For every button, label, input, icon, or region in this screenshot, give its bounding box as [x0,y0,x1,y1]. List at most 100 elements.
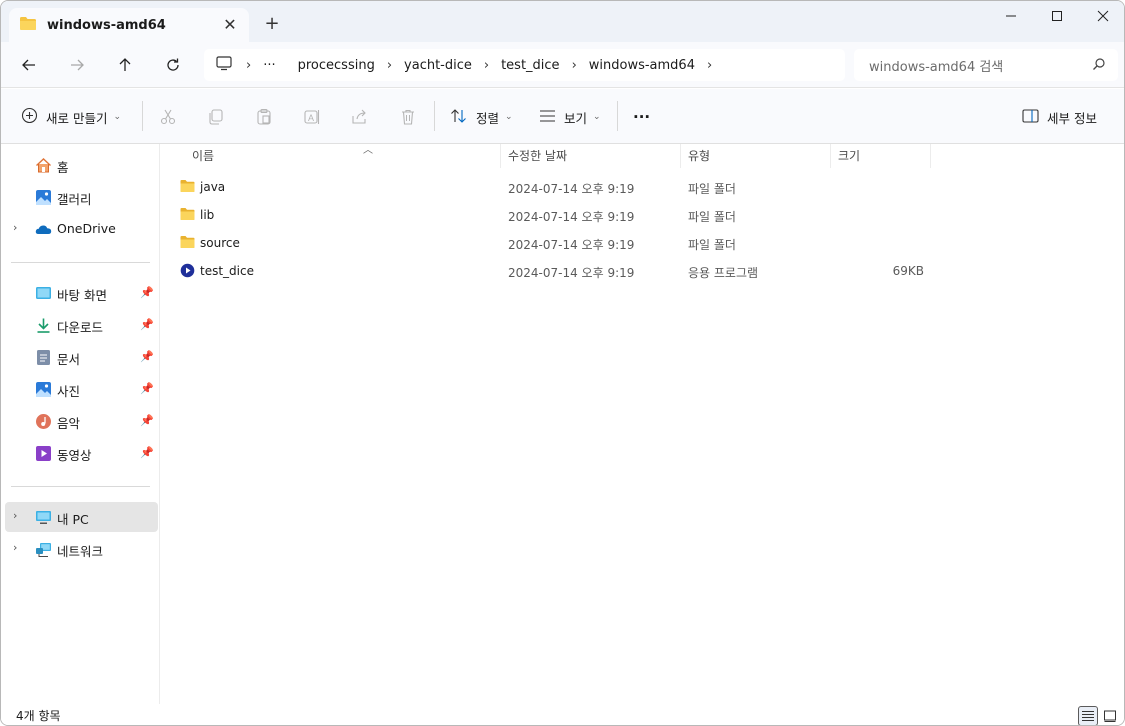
file-date: 2024-07-14 오후 9:19 [508,238,635,252]
cut-icon[interactable] [157,106,179,128]
view-button[interactable]: 보기 ⌄ [539,103,601,131]
breadcrumb-overflow[interactable]: ··· [257,58,281,73]
sidebar-item-network[interactable]: › 네트워크 [5,534,158,564]
chevron-down-icon: ⌄ [593,112,601,122]
delete-icon[interactable] [397,106,419,128]
folder-icon [180,235,195,249]
file-name: source [200,236,240,250]
file-type: 응용 프로그램 [688,266,759,280]
file-row-java[interactable]: java 2024-07-14 오후 9:19 파일 폴더 [173,173,933,201]
large-icons-view-button[interactable] [1100,706,1120,725]
sidebar-label: OneDrive [57,221,116,236]
sidebar-item-documents[interactable]: 문서 📌 [5,342,158,372]
sidebar-item-onedrive[interactable]: › OneDrive [5,214,158,244]
refresh-button[interactable] [159,52,187,78]
add-circle-icon [21,107,38,127]
file-name: lib [200,208,215,222]
pin-icon[interactable]: 📌 [140,318,154,331]
sidebar-divider [11,486,150,487]
close-tab-icon[interactable]: ✕ [221,16,239,34]
details-pane-button[interactable]: 세부 정보 [1022,103,1097,131]
chevron-right-icon[interactable]: › [381,58,398,73]
column-header-size[interactable]: 크기 [831,144,931,168]
search-icon[interactable] [1092,57,1106,75]
sidebar-item-home[interactable]: 홈 [5,150,158,180]
minimize-button[interactable] [988,1,1034,31]
breadcrumb-test-dice[interactable]: test_dice [495,58,565,73]
sidebar-item-pictures[interactable]: 사진 📌 [5,374,158,404]
divider [617,101,618,131]
address-bar[interactable]: › ··· procecssing › yacht-dice › test_di… [204,49,845,81]
svg-text:A: A [308,113,314,123]
up-button[interactable] [111,52,139,78]
pin-icon[interactable]: 📌 [140,382,154,395]
forward-button[interactable] [63,52,91,78]
chevron-down-icon: ⌄ [505,112,513,122]
pin-icon[interactable]: 📌 [140,350,154,363]
column-header-type[interactable]: 유형 [681,144,831,168]
view-label: 보기 [564,110,588,126]
breadcrumb-procecssing[interactable]: procecssing [292,58,381,73]
file-explorer-window: windows-amd64 ✕ + › ··· procecssing › ya… [0,0,1125,726]
desktop-icon [35,285,52,302]
file-date: 2024-07-14 오후 9:19 [508,210,635,224]
this-pc-icon [35,509,52,526]
tab-windows-amd64[interactable]: windows-amd64 ✕ [9,8,249,42]
gallery-icon [35,189,52,206]
chevron-right-icon[interactable]: › [566,58,583,73]
sidebar-label: 홈 [57,160,69,175]
copy-icon[interactable] [205,106,227,128]
chevron-right-icon[interactable]: › [701,58,718,73]
onedrive-cloud-icon [35,221,52,238]
sort-button[interactable]: 정렬 ⌄ [450,103,513,131]
file-name: java [200,180,226,194]
computer-icon[interactable] [216,56,232,74]
new-button[interactable]: 새로 만들기 ⌄ [21,103,121,131]
search-placeholder: windows-amd64 검색 [869,59,1004,75]
file-row-test-dice[interactable]: test_dice 2024-07-14 오후 9:19 응용 프로그램 69K… [173,257,933,285]
download-icon [35,317,52,334]
sidebar-item-music[interactable]: 음악 📌 [5,406,158,436]
file-name: test_dice [200,264,254,278]
details-view-button[interactable] [1078,706,1098,725]
details-pane-icon [1022,108,1039,126]
documents-icon [35,349,52,366]
file-date: 2024-07-14 오후 9:19 [508,182,635,196]
column-header-name[interactable]: 이름 ︿ [185,144,501,168]
breadcrumb-windows-amd64[interactable]: windows-amd64 [583,58,701,73]
tab-title: windows-amd64 [47,17,166,33]
close-window-button[interactable] [1080,1,1124,31]
file-type: 파일 폴더 [688,210,736,224]
rename-icon[interactable]: A [301,106,323,128]
chevron-right-icon[interactable]: › [13,541,17,554]
chevron-right-icon[interactable]: › [240,58,257,73]
new-label: 새로 만들기 [46,110,108,126]
sidebar-item-this-pc[interactable]: › 내 PC [5,502,158,532]
pin-icon[interactable]: 📌 [140,446,154,459]
folder-icon [180,207,195,221]
chevron-right-icon[interactable]: › [13,221,17,234]
maximize-button[interactable] [1034,1,1080,31]
share-icon[interactable] [349,106,371,128]
paste-icon[interactable] [253,106,275,128]
network-icon [35,541,52,558]
new-tab-button[interactable]: + [261,14,283,36]
chevron-right-icon[interactable]: › [13,509,17,522]
sidebar-item-desktop[interactable]: 바탕 화면 📌 [5,278,158,308]
sidebar-label: 다운로드 [57,320,104,335]
sidebar-item-downloads[interactable]: 다운로드 📌 [5,310,158,340]
breadcrumb-yacht-dice[interactable]: yacht-dice [398,58,478,73]
pictures-icon [35,381,52,398]
column-header-date[interactable]: 수정한 날짜 [501,144,681,168]
chevron-right-icon[interactable]: › [478,58,495,73]
file-row-lib[interactable]: lib 2024-07-14 오후 9:19 파일 폴더 [173,201,933,229]
more-options-button[interactable]: ··· [633,103,650,131]
pin-icon[interactable]: 📌 [140,414,154,427]
sidebar-item-gallery[interactable]: 갤러리 [5,182,158,212]
pin-icon[interactable]: 📌 [140,286,154,299]
file-row-source[interactable]: source 2024-07-14 오후 9:19 파일 폴더 [173,229,933,257]
search-input[interactable]: windows-amd64 검색 [854,49,1118,81]
back-button[interactable] [15,52,43,78]
sidebar-item-videos[interactable]: 동영상 📌 [5,438,158,468]
sidebar-label: 동영상 [57,448,92,463]
